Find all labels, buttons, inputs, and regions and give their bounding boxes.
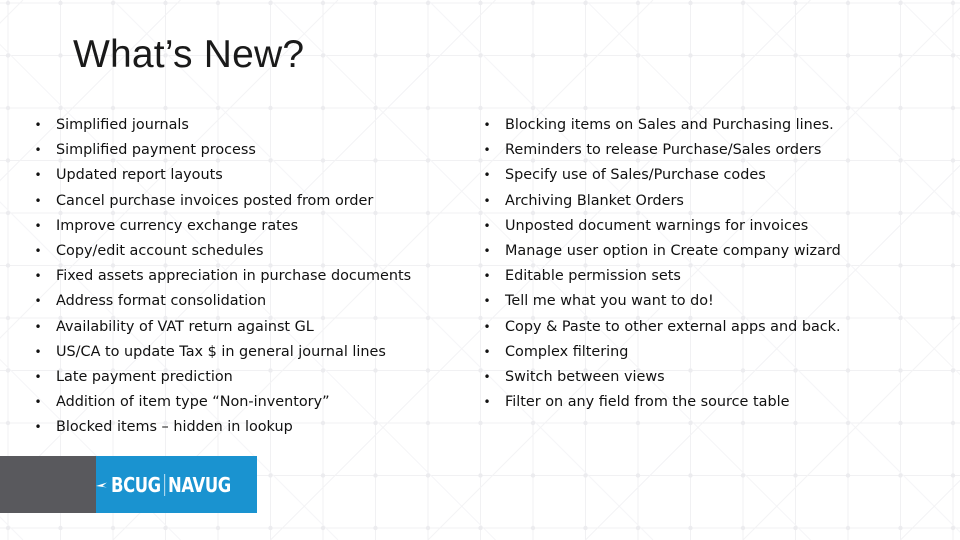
bullet-icon: • (34, 218, 42, 233)
logo-bar: BCUG NAVUG (0, 456, 257, 513)
logo-text-navug: NAVUG (167, 472, 231, 497)
list-item: • Reminders to release Purchase/Sales ord… (482, 138, 841, 163)
list-item-text: Archiving Blanket Orders (505, 192, 684, 209)
list-item: • Copy/edit account schedules (33, 239, 411, 264)
list-item-text: Blocking items on Sales and Purchasing l… (505, 117, 834, 133)
list-item: • Availability of VAT return against GL (33, 315, 411, 340)
list-item: • Filter on any field from the source tab… (482, 390, 841, 415)
bullet-icon: • (483, 118, 491, 132)
list-item-text: Availability of VAT return against GL (56, 318, 314, 335)
logo-text-bcug: BCUG (110, 472, 161, 497)
list-item-text: Switch between views (505, 368, 665, 385)
logo-wordmark: BCUG NAVUG (111, 473, 231, 497)
feature-list-right: • Blocking items on Sales and Purchasing … (482, 113, 841, 415)
list-item-text: Simplified journals (56, 117, 189, 133)
bullet-icon: • (34, 143, 42, 158)
list-item: • Improve currency exchange rates (33, 214, 411, 239)
bcug-navug-logo: BCUG NAVUG (96, 456, 257, 513)
list-item-text: Updated report layouts (56, 167, 223, 184)
list-item-text: US/CA to update Tax $ in general journal… (56, 343, 386, 360)
bullet-icon: • (483, 395, 491, 410)
list-item: • Simplified journals (33, 113, 411, 138)
bullet-icon: • (34, 344, 42, 359)
list-item-text: Address format consolidation (56, 293, 267, 310)
list-item-text: Improve currency exchange rates (56, 217, 299, 234)
list-item: • Switch between views (482, 365, 841, 390)
list-item: • Address format consolidation (33, 289, 411, 314)
bullet-icon: • (34, 294, 42, 309)
list-item: • Fixed assets appreciation in purchase d… (33, 264, 411, 289)
list-item: • Simplified payment process (33, 138, 411, 163)
list-item: • US/CA to update Tax $ in general journa… (33, 340, 411, 365)
bullet-icon: • (483, 218, 491, 233)
list-item-text: Fixed assets appreciation in purchase do… (56, 268, 412, 285)
logo-gray-block (0, 456, 96, 513)
feature-list-left: • Simplified journals • Simplified payment… (33, 113, 411, 440)
bullet-icon: • (34, 269, 42, 284)
list-item-text: Simplified payment process (56, 142, 256, 159)
list-item-text: Manage user option in Create company wiz… (505, 242, 841, 259)
list-item-text: Filter on any field from the source tabl… (505, 394, 790, 411)
list-item-text: Editable permission sets (505, 268, 681, 285)
list-item: • Complex filtering (482, 340, 841, 365)
bullet-icon: • (34, 319, 42, 334)
list-item: • Copy & Paste to other external apps and… (482, 315, 841, 340)
bullet-icon: • (483, 344, 491, 359)
list-item: • Editable permission sets (482, 264, 841, 289)
list-item-text: Reminders to release Purchase/Sales orde… (505, 142, 822, 159)
list-item-text: Tell me what you want to do! (505, 293, 714, 310)
list-item: • Cancel purchase invoices posted from or… (33, 189, 411, 214)
slide-title: What’s New? (73, 33, 305, 76)
bullet-icon: • (34, 369, 42, 384)
bullet-icon: • (483, 143, 491, 158)
list-item-text: Complex filtering (505, 343, 629, 360)
list-item-text: Cancel purchase invoices posted from ord… (56, 192, 374, 209)
list-item: • Unposted document warnings for invoices (482, 214, 841, 239)
paper-plane-arrow-icon (96, 482, 107, 487)
bullet-icon: • (483, 243, 491, 258)
bullet-icon: • (483, 168, 491, 183)
list-item: • Manage user option in Create company wi… (482, 239, 841, 264)
bullet-icon: • (483, 269, 491, 284)
bullet-icon: • (483, 369, 491, 384)
logo-divider (163, 473, 165, 496)
list-item: • Late payment prediction (33, 365, 411, 390)
bullet-icon: • (483, 193, 491, 208)
list-item: • Blocking items on Sales and Purchasing … (482, 113, 841, 138)
list-item: • Tell me what you want to do! (482, 289, 841, 314)
bullet-icon: • (34, 118, 42, 132)
list-item-text: Blocked items – hidden in lookup (56, 419, 293, 436)
list-item-text: Addition of item type “Non-inventory” (56, 394, 330, 411)
list-item-text: Late payment prediction (56, 368, 233, 385)
bullet-icon: • (34, 243, 42, 258)
list-item-text: Copy/edit account schedules (56, 242, 264, 259)
list-item: • Specify use of Sales/Purchase codes (482, 163, 841, 188)
list-item: • Blocked items – hidden in lookup (33, 415, 411, 440)
bullet-icon: • (34, 420, 42, 435)
bullet-icon: • (34, 168, 42, 183)
list-item: • Addition of item type “Non-inventory” (33, 390, 411, 415)
bullet-icon: • (34, 395, 42, 410)
bullet-icon: • (34, 193, 42, 208)
list-item-text: Unposted document warnings for invoices (505, 217, 809, 234)
bullet-icon: • (483, 319, 491, 334)
list-item: • Archiving Blanket Orders (482, 189, 841, 214)
list-item-text: Specify use of Sales/Purchase codes (505, 167, 766, 184)
bullet-icon: • (483, 294, 491, 309)
list-item: • Updated report layouts (33, 163, 411, 188)
list-item-text: Copy & Paste to other external apps and … (505, 318, 841, 335)
